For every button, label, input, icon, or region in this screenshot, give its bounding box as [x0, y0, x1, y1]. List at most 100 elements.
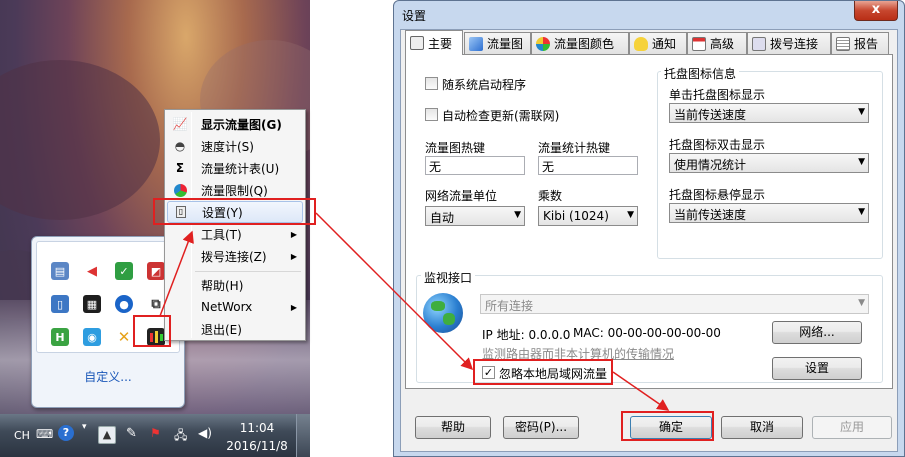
settings-dialog: 设置 x 主要 流量图 流量图颜色 通知 高级 拨号连接 报告 随系统启动程序 … — [393, 0, 905, 457]
globe-icon[interactable]: ● — [115, 295, 133, 313]
unit-select[interactable]: 自动 ▼ — [425, 206, 525, 226]
chevron-down-icon: ▼ — [627, 210, 634, 220]
chevron-down-icon: ▼ — [858, 207, 865, 217]
setup-button[interactable]: 设置 — [772, 357, 862, 380]
menu-item-speedometer[interactable]: ◓ 速度计(S) — [167, 135, 303, 157]
tray-double-click-select[interactable]: 使用情况统计 ▼ — [669, 153, 869, 173]
submenu-arrow-icon: ▶ — [290, 229, 297, 239]
ip-address-text: IP 地址: 0.0.0.0 — [482, 328, 571, 342]
annotation-box-ok-button — [621, 411, 714, 441]
cancel-button[interactable]: 取消 — [721, 416, 803, 439]
tab-notifications[interactable]: 通知 — [629, 32, 687, 54]
network-button[interactable]: 网络... — [772, 321, 862, 344]
menu-item-exit[interactable]: 退出(E) — [167, 318, 303, 340]
shield-eye-icon[interactable]: ◉ — [83, 328, 101, 346]
context-menu: 📈 显示流量图(G) ◓ 速度计(S) Σ 流量统计表(U) 流量限制(Q) ▯… — [164, 109, 306, 341]
h-app-icon[interactable]: H — [51, 328, 69, 346]
hotkey-stats-label: 流量统计热键 — [538, 141, 611, 155]
autoupdate-label: 自动检查更新(需联网) — [442, 109, 560, 123]
report-icon — [836, 36, 850, 51]
apply-button[interactable]: 应用 — [812, 416, 892, 439]
menu-separator — [195, 271, 301, 272]
menu-item-usage-stats[interactable]: Σ 流量统计表(U) — [167, 157, 303, 179]
chevron-down-icon: ▼ — [858, 157, 865, 167]
tab-main[interactable]: 主要 — [405, 30, 463, 55]
tray-info-group-title: 托盘图标信息 — [661, 65, 740, 82]
sigma-icon: Σ — [175, 161, 185, 175]
palette-icon — [536, 36, 550, 51]
flag-error-icon[interactable]: ⚑ — [150, 426, 161, 440]
dialog-title: 设置 — [402, 9, 427, 23]
dialog-body: 主要 流量图 流量图颜色 通知 高级 拨号连接 报告 随系统启动程序 自动检查更… — [400, 29, 898, 452]
tray-hover-label: 托盘图标悬停显示 — [669, 188, 766, 202]
customize-link[interactable]: 自定义... — [32, 368, 184, 385]
tab-advanced[interactable]: 高级 — [687, 32, 747, 54]
window-stack-icon[interactable]: ⧉ — [147, 295, 165, 313]
startup-checkbox[interactable] — [425, 77, 438, 90]
keyboard-icon[interactable]: ⌨ — [36, 427, 53, 441]
help-icon[interactable]: ? — [58, 425, 74, 441]
bulb-icon — [634, 36, 648, 51]
language-indicator[interactable]: CH — [14, 429, 30, 442]
autoupdate-checkbox[interactable] — [425, 108, 438, 121]
monitor-group-title: 监视接口 — [421, 269, 476, 286]
chart-icon: 📈 — [172, 117, 188, 131]
hotkey-graph-label: 流量图热键 — [425, 141, 486, 155]
annotation-box-settings-item — [153, 198, 316, 225]
password-button[interactable]: 密码(P)... — [503, 416, 579, 439]
tab-report[interactable]: 报告 — [831, 32, 889, 54]
show-desktop-button[interactable] — [296, 414, 310, 457]
mac-address-text: MAC: 00-00-00-00-00-00 — [573, 326, 721, 340]
rock-decor — [0, 60, 160, 220]
tab-panel-main: 随系统启动程序 自动检查更新(需联网) 流量图热键 无 流量统计热键 无 网络流… — [405, 54, 893, 389]
startup-label: 随系统启动程序 — [442, 78, 527, 92]
calendar-icon — [692, 36, 706, 51]
multiplier-label: 乘数 — [538, 189, 563, 203]
chevron-down-icon: ▼ — [858, 298, 865, 308]
unit-label: 网络流量单位 — [425, 189, 498, 203]
speedometer-icon: ◓ — [174, 139, 186, 153]
input-options-icon[interactable]: ▾ — [82, 422, 87, 432]
tray-single-click-label: 单击托盘图标显示 — [669, 88, 766, 102]
x-app-icon[interactable]: ✕ — [115, 328, 133, 346]
network-monitor-icon[interactable]: ▤ — [51, 262, 69, 280]
annotation-box-networx-icon — [133, 315, 171, 347]
multiplier-select[interactable]: Kibi (1024) ▼ — [538, 206, 638, 226]
vmware-icon[interactable]: ◩ — [147, 262, 165, 280]
dialup-icon — [752, 36, 766, 51]
tray-single-click-select[interactable]: 当前传送速度 ▼ — [669, 103, 869, 123]
submenu-arrow-icon: ▶ — [290, 251, 297, 261]
menu-item-tools[interactable]: 工具(T) ▶ — [167, 223, 303, 245]
tray-double-click-label: 托盘图标双击显示 — [669, 138, 766, 152]
chevron-down-icon: ▼ — [858, 107, 865, 117]
tab-graph[interactable]: 流量图 — [464, 32, 531, 54]
show-hidden-icons-button[interactable]: ▲ — [98, 426, 116, 444]
speaker-icon[interactable]: ◀) — [198, 426, 212, 440]
graph-icon — [469, 36, 483, 51]
menu-item-help[interactable]: 帮助(H) — [167, 274, 303, 296]
clock-time[interactable]: 11:04 — [232, 421, 282, 435]
submenu-arrow-icon: ▶ — [290, 302, 297, 312]
document-icon[interactable]: ▯ — [51, 295, 69, 313]
menu-item-dialup[interactable]: 拨号连接(Z) ▶ — [167, 245, 303, 267]
hotkey-graph-input[interactable]: 无 — [425, 156, 525, 175]
main-icon — [410, 36, 424, 50]
pen-icon[interactable]: ✎ — [126, 426, 137, 441]
tray-hover-select[interactable]: 当前传送速度 ▼ — [669, 203, 869, 223]
clock-date[interactable]: 2016/11/8 — [222, 439, 292, 453]
interface-select[interactable]: 所有连接 ▼ — [480, 294, 869, 314]
network-globe-icon — [423, 293, 463, 333]
menu-item-show-graph[interactable]: 📈 显示流量图(G) — [167, 113, 303, 135]
help-button[interactable]: 帮助 — [415, 416, 491, 439]
tab-dialup[interactable]: 拨号连接 — [747, 32, 831, 54]
volume-icon[interactable]: ◀ — [83, 262, 101, 280]
chevron-down-icon: ▼ — [514, 210, 521, 220]
menu-item-networx[interactable]: NetWorx ▶ — [167, 296, 303, 318]
pie-icon — [167, 183, 193, 197]
sync-icon[interactable]: ✓ — [115, 262, 133, 280]
close-button[interactable]: x — [854, 1, 898, 21]
display-icon[interactable]: ▦ — [83, 295, 101, 313]
tab-graph-colors[interactable]: 流量图颜色 — [531, 32, 629, 54]
hotkey-stats-input[interactable]: 无 — [538, 156, 638, 175]
network-icon[interactable]: 🖧 — [174, 426, 187, 447]
